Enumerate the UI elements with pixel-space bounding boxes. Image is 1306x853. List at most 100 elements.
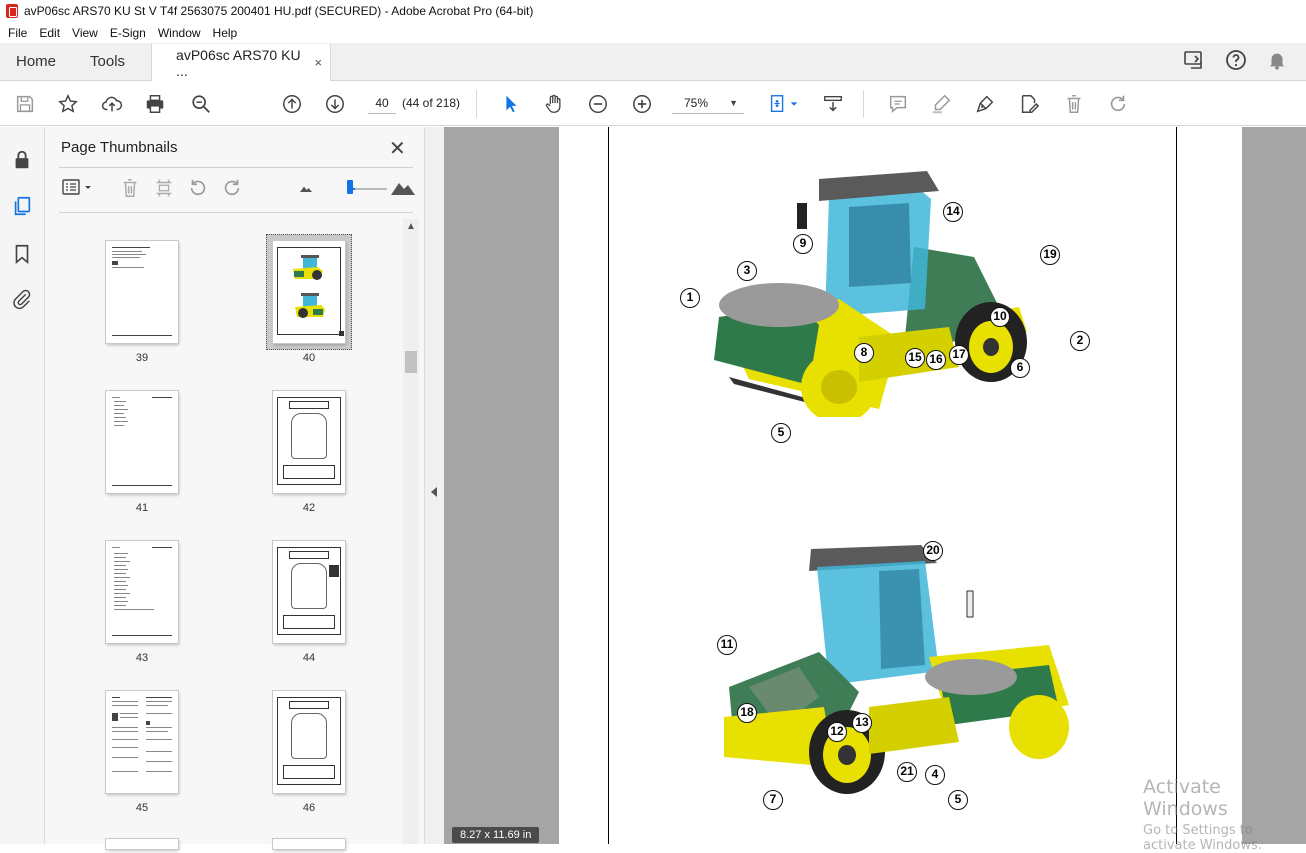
slider-handle[interactable]	[347, 180, 353, 194]
highlight-pen-icon[interactable]	[929, 92, 953, 116]
print-icon[interactable]	[143, 92, 167, 116]
text-line	[114, 589, 126, 590]
menu-view[interactable]: View	[66, 26, 104, 40]
panel-splitter[interactable]	[425, 127, 444, 844]
share-screen-icon[interactable]	[1182, 48, 1206, 75]
menu-esign[interactable]: E-Sign	[104, 26, 152, 40]
callout-21: 21	[897, 762, 917, 782]
tab-home[interactable]: Home	[0, 43, 74, 80]
save-icon[interactable]	[13, 92, 37, 116]
diagram-box	[289, 701, 329, 709]
text-line	[146, 697, 172, 698]
scroll-up-icon[interactable]: ▲	[406, 221, 416, 232]
callout-1: 1	[680, 288, 700, 308]
tab-close-icon[interactable]: ×	[314, 55, 322, 70]
zoom-level-select[interactable]: 75% ▼	[672, 92, 744, 114]
delete-trash-icon[interactable]	[1062, 92, 1086, 116]
text-line	[112, 757, 138, 758]
bookmarks-icon[interactable]	[11, 243, 33, 265]
page-thumbnail-selected[interactable]	[273, 241, 345, 343]
lock-icon[interactable]	[11, 149, 33, 171]
page-thumbnail[interactable]	[273, 541, 345, 643]
thumbnail-scrollbar[interactable]: ▲	[403, 219, 419, 844]
close-icon[interactable]: ✕	[389, 136, 406, 161]
fit-page-dropdown-icon[interactable]	[788, 92, 800, 116]
page-thumbnail[interactable]	[106, 391, 178, 493]
activation-watermark: Activate Windows Go to Settings to activ…	[1143, 776, 1306, 853]
zoom-out-icon[interactable]	[586, 92, 610, 116]
page-number-label: 40	[302, 352, 316, 364]
panel-title: Page Thumbnails	[61, 139, 178, 156]
page-number-label: 41	[135, 502, 149, 514]
page-thumbnail[interactable]	[106, 839, 178, 849]
fit-page-icon[interactable]	[766, 92, 790, 116]
text-line	[112, 254, 146, 255]
rotate-right-icon[interactable]	[221, 177, 243, 199]
tab-tools[interactable]: Tools	[74, 43, 141, 80]
text-line	[112, 747, 138, 748]
text-line	[146, 731, 168, 732]
page-number-label: 46	[302, 802, 316, 814]
scroll-mode-icon[interactable]	[821, 92, 845, 116]
text-line	[114, 401, 126, 402]
text-line	[146, 713, 172, 714]
zoom-in-icon[interactable]	[630, 92, 654, 116]
redo-icon[interactable]	[1106, 92, 1130, 116]
page-number-label: 43	[135, 652, 149, 664]
menu-edit[interactable]: Edit	[33, 26, 66, 40]
zoom-out-search-icon[interactable]	[189, 92, 213, 116]
page-thumbnail[interactable]	[273, 839, 345, 849]
larger-thumbnails-icon[interactable]	[389, 177, 417, 199]
collapse-panel-icon[interactable]	[431, 487, 437, 497]
menu-bar: File Edit View E-Sign Window Help	[0, 22, 1306, 43]
menu-file[interactable]: File	[2, 26, 33, 40]
options-menu-icon[interactable]	[61, 177, 95, 199]
hand-tool-icon[interactable]	[542, 92, 566, 116]
edit-document-icon[interactable]	[1017, 92, 1041, 116]
extract-page-icon[interactable]	[153, 177, 175, 199]
text-line	[114, 553, 128, 554]
text-line	[114, 581, 126, 582]
page-thumbnail[interactable]	[106, 691, 178, 793]
sign-pen-icon[interactable]	[973, 92, 997, 116]
document-view[interactable]: 1 2 3 5 6 8 9 10 14 15 16 17 19 4 5 7 11…	[444, 127, 1306, 844]
smaller-thumbnails-icon[interactable]	[295, 177, 317, 199]
page-thumbnails-icon[interactable]	[11, 195, 33, 217]
tab-document[interactable]: avP06sc ARS70 KU ... ×	[151, 44, 332, 81]
page-thumbnail[interactable]	[273, 391, 345, 493]
previous-page-icon[interactable]	[280, 92, 304, 116]
menu-help[interactable]: Help	[207, 26, 244, 40]
rotate-left-icon[interactable]	[187, 177, 209, 199]
comment-icon[interactable]	[886, 92, 910, 116]
tab-document-label: avP06sc ARS70 KU ...	[176, 46, 301, 79]
callout-13: 13	[852, 713, 872, 733]
text-line	[114, 421, 128, 422]
thumbnail-machine-image	[291, 255, 325, 281]
text-line	[146, 721, 150, 725]
callout-7: 7	[763, 790, 783, 810]
page-number-input[interactable]: 40	[368, 92, 396, 114]
delete-page-icon[interactable]	[119, 177, 141, 199]
bookmark-star-icon[interactable]	[56, 92, 80, 116]
scrollbar-thumb[interactable]	[405, 351, 417, 373]
page-thumbnail[interactable]	[106, 241, 178, 343]
text-line	[114, 605, 126, 606]
select-cursor-icon[interactable]	[499, 92, 523, 116]
page-thumbnail[interactable]	[106, 541, 178, 643]
diagram-box	[283, 765, 335, 779]
watermark-line-2: Go to Settings to activate Windows.	[1143, 823, 1262, 853]
callout-5: 5	[771, 423, 791, 443]
next-page-icon[interactable]	[323, 92, 347, 116]
page-number-label: 44	[302, 652, 316, 664]
text-line	[112, 727, 138, 728]
attachment-paperclip-icon[interactable]	[11, 288, 33, 310]
page-thumbnail[interactable]	[273, 691, 345, 793]
menu-window[interactable]: Window	[152, 26, 207, 40]
notifications-bell-icon[interactable]	[1266, 49, 1288, 74]
callout-4: 4	[925, 765, 945, 785]
help-icon[interactable]	[1224, 48, 1248, 75]
upload-cloud-icon[interactable]	[100, 92, 124, 116]
callout-9: 9	[793, 234, 813, 254]
text-line	[146, 705, 168, 706]
text-line	[114, 409, 128, 410]
